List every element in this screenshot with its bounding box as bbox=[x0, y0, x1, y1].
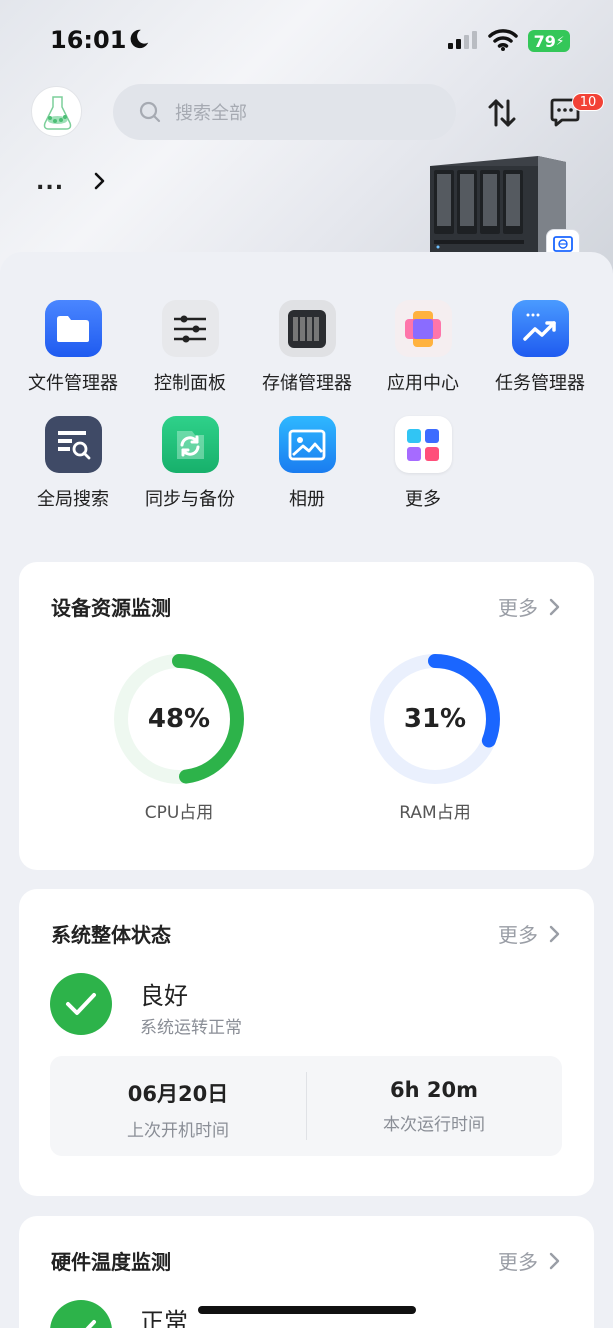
app-label: 任务管理器 bbox=[495, 373, 585, 394]
last-boot-value: 06月20日 bbox=[127, 1082, 229, 1106]
more-label: 更多 bbox=[498, 596, 538, 620]
battery-level: 79 bbox=[533, 31, 556, 51]
cpu-label: CPU占用 bbox=[144, 803, 214, 823]
app-task-manager[interactable]: 任务管理器 bbox=[480, 300, 600, 395]
sync-icon bbox=[161, 416, 219, 473]
ram-label: RAM占用 bbox=[399, 803, 471, 823]
folder-icon bbox=[44, 300, 102, 357]
charging-bolt-icon: ⚡ bbox=[555, 34, 565, 48]
cpu-gauge: 48% bbox=[111, 651, 247, 787]
search-input[interactable]: 搜索全部 bbox=[113, 84, 456, 140]
last-boot-label: 上次开机时间 bbox=[127, 1121, 229, 1141]
app-photos[interactable]: 相册 bbox=[247, 416, 367, 511]
search-placeholder: 搜索全部 bbox=[175, 103, 247, 124]
ram-gauge: 31% bbox=[367, 651, 503, 787]
check-icon bbox=[50, 1300, 112, 1328]
avatar-image bbox=[43, 96, 72, 130]
uptime-column: 6h 20m 本次运行时间 bbox=[306, 1056, 562, 1156]
app-label: 应用中心 bbox=[387, 373, 459, 394]
chevron-right-icon bbox=[549, 1252, 560, 1269]
app-file-manager[interactable]: 文件管理器 bbox=[13, 300, 133, 395]
card-title: 硬件温度监测 bbox=[51, 1250, 171, 1274]
transfer-icon[interactable] bbox=[487, 97, 517, 129]
cpu-percentage: 48% bbox=[147, 704, 211, 734]
clock: 16:01 bbox=[50, 26, 127, 54]
app-more[interactable]: 更多 bbox=[363, 416, 483, 511]
check-icon bbox=[50, 973, 112, 1035]
status-bar: 16:01 79 ⚡ bbox=[0, 22, 613, 62]
task-chart-icon bbox=[511, 300, 569, 357]
more-label: 更多 bbox=[498, 923, 538, 947]
app-label: 同步与备份 bbox=[145, 489, 235, 510]
chevron-right-icon bbox=[549, 598, 560, 615]
resource-monitor-card: 设备资源监测 更多 48% CPU占用 31% RAM占用 bbox=[19, 562, 594, 870]
app-label: 全局搜索 bbox=[37, 489, 109, 510]
global-search-icon bbox=[44, 416, 102, 473]
app-label: 相册 bbox=[289, 489, 325, 510]
more-link[interactable]: 更多 bbox=[498, 919, 562, 948]
message-count-badge: 10 bbox=[572, 93, 604, 111]
app-control-panel[interactable]: 控制面板 bbox=[130, 300, 250, 395]
cellular-signal-icon bbox=[448, 31, 477, 49]
messages-button[interactable]: 10 bbox=[548, 93, 608, 133]
sliders-icon bbox=[161, 300, 219, 357]
status-subtitle: 系统运转正常 bbox=[140, 1018, 242, 1038]
photo-icon bbox=[278, 416, 336, 473]
more-link[interactable]: 更多 bbox=[498, 1246, 562, 1275]
device-name[interactable]: ... bbox=[36, 170, 64, 195]
app-storage-manager[interactable]: 存储管理器 bbox=[247, 300, 367, 395]
app-app-center[interactable]: 应用中心 bbox=[363, 300, 483, 395]
app-label: 文件管理器 bbox=[28, 373, 118, 394]
app-label: 控制面板 bbox=[154, 373, 226, 394]
wifi-icon bbox=[488, 29, 518, 51]
last-boot-column: 06月20日 上次开机时间 bbox=[50, 1056, 306, 1156]
system-status-card: 系统整体状态 更多 良好 系统运转正常 06月20日 上次开机时间 6h 20m… bbox=[19, 889, 594, 1196]
status-title: 正常 bbox=[140, 1308, 188, 1328]
app-global-search[interactable]: 全局搜索 bbox=[13, 416, 133, 511]
uptime-info-box: 06月20日 上次开机时间 6h 20m 本次运行时间 bbox=[50, 1056, 562, 1156]
avatar[interactable] bbox=[31, 86, 82, 137]
more-label: 更多 bbox=[498, 1250, 538, 1274]
app-label: 更多 bbox=[405, 489, 441, 510]
uptime-label: 本次运行时间 bbox=[383, 1115, 485, 1135]
app-center-icon bbox=[394, 300, 452, 357]
more-link[interactable]: 更多 bbox=[498, 592, 562, 621]
chevron-right-icon[interactable] bbox=[92, 170, 108, 192]
status-title: 良好 bbox=[140, 982, 188, 1010]
more-apps-icon bbox=[394, 416, 452, 473]
moon-icon bbox=[130, 29, 149, 49]
card-title: 设备资源监测 bbox=[51, 596, 171, 620]
app-sync-backup[interactable]: 同步与备份 bbox=[130, 416, 250, 511]
search-icon bbox=[139, 101, 161, 123]
chevron-right-icon bbox=[549, 925, 560, 942]
battery-indicator: 79 ⚡ bbox=[528, 30, 570, 52]
ram-percentage: 31% bbox=[403, 704, 467, 734]
uptime-value: 6h 20m bbox=[390, 1078, 478, 1102]
app-label: 存储管理器 bbox=[262, 373, 352, 394]
home-indicator bbox=[198, 1306, 416, 1314]
storage-icon bbox=[278, 300, 336, 357]
card-title: 系统整体状态 bbox=[51, 923, 171, 947]
